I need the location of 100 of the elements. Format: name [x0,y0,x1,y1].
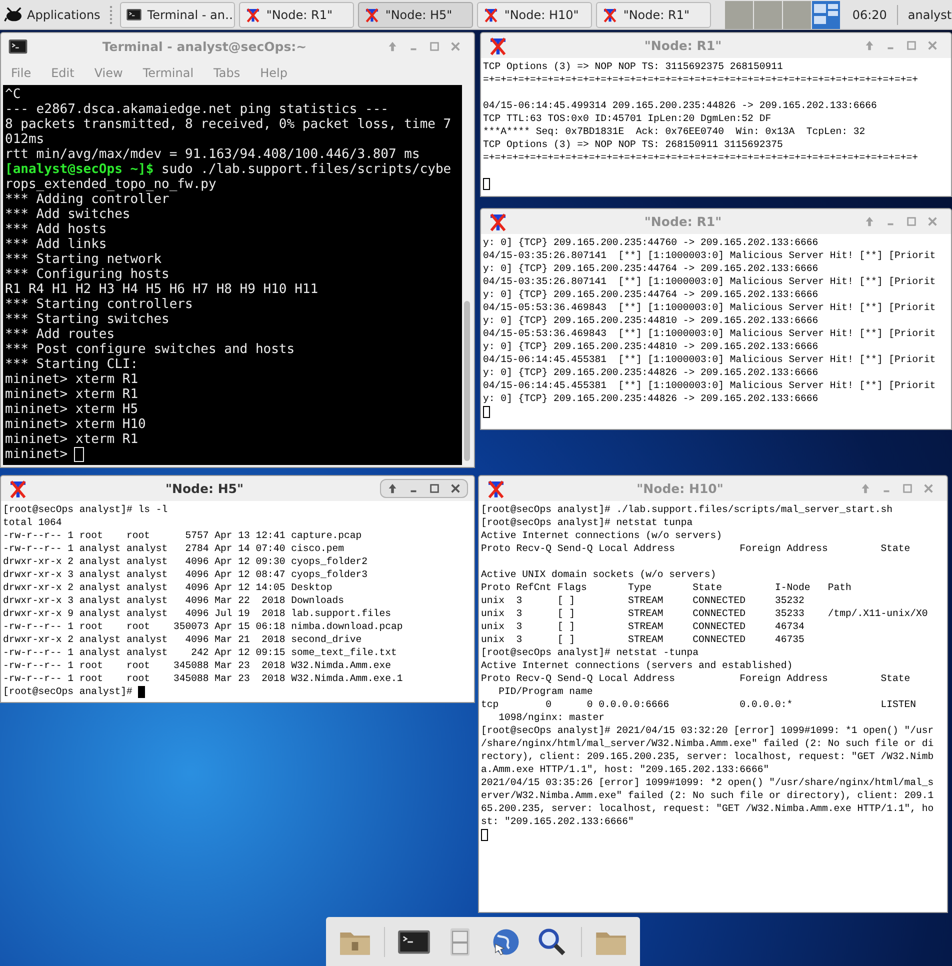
output-line: *** Add links [5,237,108,252]
output-line: *** Starting CLI: [5,357,140,372]
output-line: drwxr-xr-x 2 analyst analyst 4096 Mar 21 2018 second_drive [3,633,363,646]
mouse-icon [4,6,24,23]
output-line: -rw-r--r-- 1 root root 345088 Mar 23 2018 W32.Nimda.Amm.exe.1 [3,672,404,685]
output-line: mininet> xterm R1 [5,387,140,402]
taskbar-button[interactable]: "Node: R1" [596,2,712,28]
shell-prompt: [root@secOps analyst]# [3,685,132,698]
window-title: "Node: R1" [643,38,723,53]
output-line: mininet> xterm H5 [5,402,140,417]
output-line: y: 0] {TCP} 209.165.200.235:44826 -> 209.165.202.133:6666 [483,392,820,405]
output-line: *** Configuring hosts [5,267,170,282]
workspace-switcher[interactable] [725,0,754,28]
letter-x-icon [364,6,380,22]
window-title: "Node: R1" [643,214,723,229]
output-line: 04/15-05:53:36.469843 [**] [1:1000003:0] Malicious Server Hit! [**] [Priorit [483,327,937,340]
workspace-switcher[interactable] [754,0,782,28]
output-line: -rw-r--r-- 1 analyst analyst 2784 Apr 14 07:40 cisco.pem [3,542,345,555]
close-icon[interactable] [450,483,461,494]
window-title: "Node: H5" [164,481,244,496]
output-line: -rw-r--r-- 1 analyst analyst 242 Apr 12 09:15 some_text_file.txt [3,646,398,659]
output-line: [root@secOps analyst]# 2021/04/15 03:32:20 [error] 1099#1099: *1 open() "/usr [481,724,935,737]
output-line: y: 0] {TCP} 209.165.200.235:44810 -> 209.165.202.133:6666 [483,314,820,327]
output-line: y: 0] {TCP} 209.165.200.235:44810 -> 209.165.202.133:6666 [483,340,820,353]
output-line: *** Add routes [5,327,116,342]
output-line: y: 0] {TCP} 209.165.200.235:44764 -> 209.165.202.133:6666 [483,288,820,301]
output-line: /share/nginx/html/mal_server/W32.Nimba.Amm.exe" failed (2: No such file or di [481,737,935,750]
output-line: total 1064 [3,516,63,529]
output-line: Active Internet connections (servers and established) [481,659,794,672]
applications-menu-button[interactable]: Applications [0,2,104,28]
taskbar-button[interactable]: Terminal - an… [120,2,236,28]
user-name: analyst [908,8,952,22]
output-line: ***A**** Seq: 0x7BD1831E Ack: 0x76EE0740 Win: 0x13A TcpLen: 32 [483,125,866,138]
maximize-icon[interactable] [429,483,440,494]
output-line: --- e2867.dsca.akamaiedge.net ping statistics --- [5,102,390,117]
output-line: 04/15-06:14:45.455381 [**] [1:1000003:0] Malicious Server Hit! [**] [Priorit [483,353,937,366]
letter-x-icon [483,6,500,22]
output-line: 04/15-05:53:36.469843 [**] [1:1000003:0] Malicious Server Hit! [**] [Priorit [483,301,937,314]
window-title: "Node: H10" [636,481,724,496]
shell-prompt: mininet> [5,447,68,462]
output-line: 65.200.235, server: localhost, request: "GET /W32.Nimba.Amm.exe HTTP/1.1", ho [481,802,935,815]
output-line: drwxr-xr-x 2 analyst analyst 4096 Apr 12 09:30 cyops_folder2 [3,555,369,568]
taskbar-button[interactable]: "Node: R1" [239,2,354,28]
taskbar-button[interactable]: "Node: H10" [477,2,592,28]
output-line: *** Post configure switches and hosts [5,342,296,357]
letter-x-icon [602,6,618,22]
output-line: 04/15-03:35:26.807141 [**] [1:1000003:0] Malicious Server Hit! [**] [Priorit [483,249,937,262]
output-line: =+=+=+=+=+=+=+=+=+=+=+=+=+=+=+=+=+=+=+=+=+=+=+=+=+=+=+=+=+=+=+=+=+=+=+=+=+ [483,151,920,164]
output-line: PID/Program name [498,685,594,698]
scrollbar-thumb[interactable] [464,301,470,461]
output-line: tcp 0 0 0.0.0.0:6666 0.0.0.0:* LISTEN [481,698,918,711]
clock: 06:20 [852,8,887,22]
output-line: 012ms [5,132,46,147]
output-line: Proto Recv-Q Send-Q Local Address Foreign Address State [481,542,912,555]
output-line: 04/15-06:14:45.455381 [**] [1:1000003:0] Malicious Server Hit! [**] [Priorit [483,379,937,392]
output-line: *** Add switches [5,207,132,222]
output-line: unix 3 [ ] STREAM CONNECTED 35233 /tmp/.X11-unix/X0 [481,607,929,620]
output-line: unix 3 [ ] STREAM CONNECTED 46735 [481,633,806,646]
output-line: TCP TTL:63 TOS:0x0 ID:45701 IpLen:20 DgmLen:52 DF [483,112,772,125]
output-line: unix 3 [ ] STREAM CONNECTED 35232 [481,594,806,607]
output-line: [root@secOps analyst]# ls -l [3,503,169,516]
output-line: drwxr-xr-x 3 analyst analyst 4096 Mar 22 2018 Downloads [3,594,345,607]
command-text: sudo ./lab.support.files/scripts/cybe [160,162,452,177]
output-line: 8 packets transmitted, 8 received, 0% packet loss, time 7 [5,117,452,132]
shell-prompt: [analyst@secOps ~]$ [5,162,154,177]
output-line: [root@secOps analyst]# netstat -tunpa [481,646,700,659]
output-line: *** Starting switches [5,312,170,327]
output-line: unix 3 [ ] STREAM CONNECTED 46734 [481,620,806,633]
output-line: drwxr-xr-x 3 analyst analyst 4096 Apr 12 08:47 cyops_folder3 [3,568,369,581]
output-line: 04/15-03:35:26.807141 [**] [1:1000003:0] Malicious Server Hit! [**] [Priorit [483,275,937,288]
output-line: drwxr-xr-x 2 analyst analyst 4096 Apr 12 14:05 Desktop [3,581,334,594]
output-line: drwxr-xr-x 9 analyst analyst 4096 Jul 19 2018 lab.support.files [3,607,392,620]
output-line: Proto RefCnt Flags Type State I-Node Path [481,581,852,594]
output-line: erver/W32.Nimba.Amm.exe" failed (2: No such file or directory), client: 209.1 [481,789,935,802]
output-line: mininet> xterm R1 [5,432,140,447]
output-line: *** Add hosts [5,222,108,237]
output-line: *** Starting controllers [5,297,194,312]
output-line: Active Internet connections (w/o servers) [481,529,724,542]
terminal-icon [7,36,29,56]
output-line: -rw-r--r-- 1 root root 350073 Apr 15 06:18 nimba.download.pcap [3,620,404,633]
arrow-up-icon[interactable] [387,483,398,494]
workspace-switcher[interactable] [783,0,812,28]
output-line: 1098/nginx: master [498,711,606,724]
output-line: rops_extended_topo_no_fw.py [5,177,218,192]
output-line: 2021/04/15 03:35:26 [error] 1099#1099: *2 open() "/usr/share/nginx/html/mal_s [481,776,935,789]
output-line: -rw-r--r-- 1 root root 5757 Apr 13 12:41 capture.pcap [3,529,363,542]
output-line: y: 0] {TCP} 209.165.200.235:44760 -> 209.165.202.133:6666 [483,236,820,249]
output-line: y: 0] {TCP} 209.165.200.235:44826 -> 209.165.202.133:6666 [483,366,820,379]
output-line: 04/15-06:14:45.499314 209.165.200.235:44826 -> 209.165.202.133:6666 [483,99,878,112]
output-line: Proto Recv-Q Send-Q Local Address Foreign Address State [481,672,912,685]
workspace-switcher[interactable] [812,0,840,28]
output-line: *** Adding controller [5,192,170,207]
output-line: Active UNIX domain sockets (w/o servers) [481,568,718,581]
output-line: y: 0] {TCP} 209.165.200.235:44764 -> 209.165.202.133:6666 [483,262,820,275]
output-line: ^C [5,87,22,102]
taskbar-button[interactable]: "Node: H5" [358,2,474,28]
output-line: TCP Options (3) => NOP NOP TS: 3115692375 268150911 [483,60,784,73]
output-line: st: "209.165.202.133:6666" [481,815,635,828]
output-line: -rw-r--r-- 1 root root 345088 Mar 23 2018 W32.Nimda.Amm.exe [3,659,392,672]
output-line: =+=+=+=+=+=+=+=+=+=+=+=+=+=+=+=+=+=+=+=+=+=+=+=+=+=+=+=+=+=+=+=+=+=+=+=+=+ [483,73,920,86]
